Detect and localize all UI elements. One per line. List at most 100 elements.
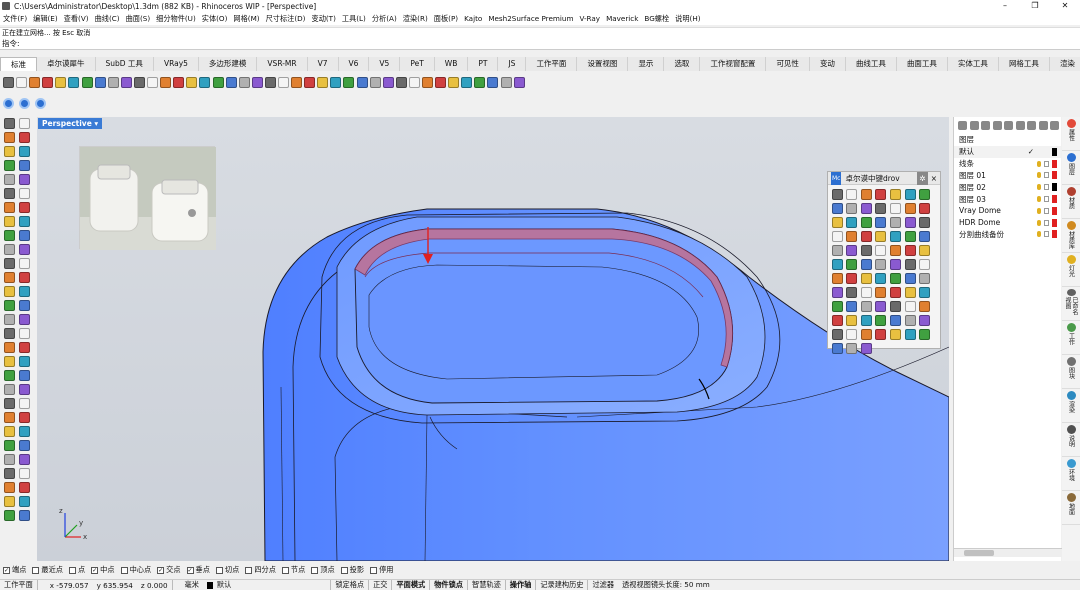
left-tool-icon[interactable] — [4, 202, 15, 213]
toolbar-tab[interactable]: 选取 — [664, 57, 701, 71]
palette-tool-icon[interactable] — [889, 329, 901, 340]
palette-tool-icon[interactable] — [860, 231, 872, 242]
maximize-button[interactable]: ❐ — [1020, 0, 1050, 12]
menu-item[interactable]: Maverick — [606, 14, 638, 23]
palette-tool-icon[interactable] — [919, 217, 931, 228]
palette-tool-icon[interactable] — [831, 315, 843, 326]
layer-lock-icon[interactable] — [1044, 219, 1049, 226]
osnap-checkbox[interactable] — [281, 566, 289, 574]
left-tool-icon[interactable] — [19, 468, 30, 479]
layer-row[interactable]: 图层 01 — [954, 170, 1061, 182]
status-toggle[interactable]: 平面模式 — [391, 580, 429, 590]
toolbar-tool-icon[interactable] — [120, 76, 132, 88]
layer-color-swatch[interactable] — [1052, 195, 1057, 204]
palette-tool-icon[interactable] — [904, 231, 916, 242]
status-toggle[interactable]: 锁定格点 — [330, 580, 368, 590]
palette-tool-icon[interactable] — [846, 231, 858, 242]
left-tool-icon[interactable] — [4, 426, 15, 437]
close-button[interactable]: ✕ — [1050, 0, 1080, 12]
left-tool-icon[interactable] — [19, 286, 30, 297]
toolbar-tool-icon[interactable] — [343, 76, 355, 88]
toolbar-tool-icon[interactable] — [147, 76, 159, 88]
shaded-mode-icon[interactable] — [19, 97, 30, 109]
left-tool-icon[interactable] — [4, 216, 15, 227]
toolbar-tab[interactable]: 卓尔谟犀牛 — [37, 57, 96, 71]
status-toggle[interactable]: 智慧轨迹 — [467, 580, 505, 590]
toolbar-tab[interactable]: 工作视窗配置 — [700, 57, 767, 71]
layer-row[interactable]: HDR Dome — [954, 217, 1061, 229]
osnap-checkbox[interactable] — [245, 566, 253, 574]
left-tool-icon[interactable] — [19, 244, 30, 255]
toolbar-tab[interactable]: 显示 — [628, 57, 665, 71]
toolbar-tool-icon[interactable] — [186, 76, 198, 88]
left-tool-icon[interactable] — [19, 118, 30, 129]
toolbar-tab[interactable]: 渲染 — [1050, 57, 1080, 71]
palette-tool-icon[interactable] — [889, 203, 901, 214]
menu-item[interactable]: 工具(L) — [342, 14, 366, 24]
viewport-menu-arrow-icon[interactable]: ▾ — [94, 119, 98, 128]
toolbar-tool-icon[interactable] — [251, 76, 263, 88]
layer-visibility-icon[interactable] — [1037, 196, 1041, 203]
toolbar-tool-icon[interactable] — [395, 76, 407, 88]
palette-tool-icon[interactable] — [889, 189, 901, 200]
toolbar-tab[interactable]: VRay5 — [154, 57, 199, 71]
osnap-checkbox[interactable] — [370, 566, 378, 574]
palette-tool-icon[interactable] — [919, 231, 931, 242]
palette-tool-icon[interactable] — [904, 245, 916, 256]
layer-lock-icon[interactable] — [1044, 184, 1049, 191]
panel-tab[interactable]: 渲染 — [1062, 389, 1080, 423]
wire-mode-icon[interactable] — [35, 97, 46, 109]
menu-item[interactable]: Mesh2Surface Premium — [488, 14, 573, 23]
palette-tool-icon[interactable] — [831, 189, 843, 200]
palette-tool-icon[interactable] — [846, 217, 858, 228]
palette-tool-icon[interactable] — [875, 189, 887, 200]
left-tool-icon[interactable] — [19, 384, 30, 395]
osnap-option[interactable]: 停用 — [370, 565, 393, 575]
palette-tool-icon[interactable] — [904, 259, 916, 270]
layer-color-swatch[interactable] — [1052, 159, 1057, 168]
toolbar-tab[interactable]: 实体工具 — [948, 57, 999, 71]
palette-tool-icon[interactable] — [904, 329, 916, 340]
palette-tool-icon[interactable] — [860, 203, 872, 214]
toolbar-tab[interactable]: 工作平面 — [526, 57, 578, 71]
layer-row[interactable]: Vray Dome — [954, 205, 1061, 217]
palette-tool-icon[interactable] — [860, 217, 872, 228]
palette-header[interactable]: Mc 卓尔谟中键drov ✲ × — [828, 171, 940, 185]
layer-color-swatch[interactable] — [1052, 206, 1057, 215]
toolbar-tool-icon[interactable] — [173, 76, 185, 88]
status-cplane[interactable]: 工作平面 — [0, 580, 37, 590]
palette-tool-icon[interactable] — [919, 315, 931, 326]
toolbar-tab[interactable]: 曲线工具 — [846, 57, 897, 71]
palette-close-icon[interactable]: × — [931, 172, 937, 185]
palette-tool-icon[interactable] — [860, 287, 872, 298]
palette-tool-icon[interactable] — [875, 301, 887, 312]
left-tool-icon[interactable] — [4, 370, 15, 381]
osnap-checkbox[interactable] — [120, 566, 128, 574]
toolbar-tool-icon[interactable] — [133, 76, 145, 88]
left-tool-icon[interactable] — [19, 482, 30, 493]
osnap-option[interactable]: ✓ 垂点 — [186, 565, 210, 575]
left-tool-icon[interactable] — [4, 188, 15, 199]
toolbar-tool-icon[interactable] — [330, 76, 342, 88]
layer-lock-icon[interactable] — [1044, 207, 1049, 214]
toolbar-tool-icon[interactable] — [42, 76, 54, 88]
layer-tool-icon[interactable] — [1038, 121, 1048, 130]
toolbar-tool-icon[interactable] — [448, 76, 460, 88]
left-tool-icon[interactable] — [4, 412, 15, 423]
palette-tool-icon[interactable] — [831, 343, 843, 354]
osnap-option[interactable]: 切点 — [215, 565, 239, 575]
left-tool-icon[interactable] — [19, 426, 30, 437]
palette-tool-icon[interactable] — [831, 273, 843, 284]
toolbar-tab[interactable]: 标准 — [0, 57, 37, 71]
left-tool-icon[interactable] — [19, 510, 30, 521]
palette-tool-icon[interactable] — [846, 315, 858, 326]
panel-tab[interactable]: 图块 — [1062, 355, 1080, 389]
toolbar-tab[interactable]: 网格工具 — [999, 57, 1050, 71]
osnap-option[interactable]: 中心点 — [120, 565, 151, 575]
left-tool-icon[interactable] — [4, 300, 15, 311]
left-tool-icon[interactable] — [4, 482, 15, 493]
left-tool-icon[interactable] — [19, 454, 30, 465]
menu-item[interactable]: 面板(P) — [434, 14, 458, 24]
palette-tool-icon[interactable] — [919, 287, 931, 298]
layer-tool-icon[interactable] — [1015, 121, 1025, 130]
